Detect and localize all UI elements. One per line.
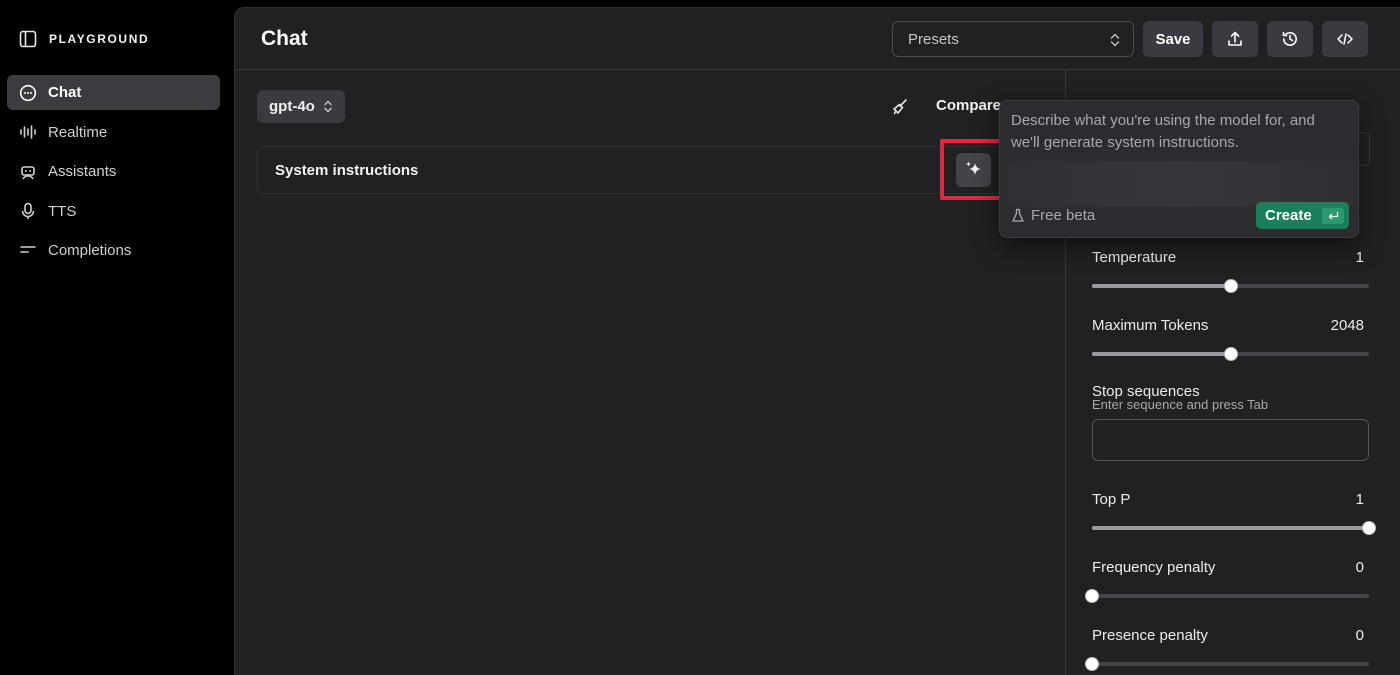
top-p-slider[interactable] [1092,521,1376,535]
max-tokens-label: Maximum Tokens [1092,317,1209,334]
sidebar-item-label: Assistants [48,163,117,180]
flask-icon [1012,208,1024,222]
sidebar-item-label: Chat [48,84,82,101]
sidebar-item-assistants[interactable]: Assistants [7,154,220,189]
model-name: gpt-4o [269,98,315,115]
sidebar-item-completions[interactable]: Completions [7,233,220,268]
presets-select[interactable]: Presets [892,21,1134,57]
max-tokens-slider[interactable] [1092,347,1369,361]
presets-label: Presets [908,30,959,48]
slider-fill [1092,284,1231,288]
slider-thumb[interactable] [1223,279,1238,293]
save-button[interactable]: Save [1143,21,1203,57]
slider-fill [1092,526,1369,530]
create-label: Create [1265,207,1312,224]
sidebar-item-label: Realtime [48,123,108,141]
create-button[interactable]: Create [1256,202,1349,229]
temperature-label: Temperature [1092,249,1177,266]
top-p-row: Top P 1 [1092,491,1364,508]
history-icon [1282,31,1297,46]
temperature-row: Temperature 1 [1092,249,1364,266]
broom-icon[interactable] [890,97,910,117]
stop-sequences-input[interactable] [1092,419,1369,461]
chevron-updown-icon [1110,33,1120,47]
frequency-penalty-slider[interactable] [1085,589,1369,603]
header: Chat Presets Save [235,8,1400,70]
lines-icon [20,245,36,253]
presence-penalty-row: Presence penalty 0 [1092,627,1364,644]
brand[interactable]: PLAYGROUND [19,30,149,48]
temperature-value[interactable]: 1 [1356,249,1364,266]
slider-thumb[interactable] [1085,657,1099,671]
presence-penalty-value[interactable]: 0 [1356,627,1364,644]
presence-penalty-slider[interactable] [1085,657,1369,671]
view-code-button[interactable] [1322,21,1368,57]
waveform-icon [20,125,36,139]
model-select[interactable]: gpt-4o [257,90,345,123]
frequency-penalty-row: Frequency penalty 0 [1092,559,1364,576]
robot-icon [21,165,35,179]
sidebar-nav: Chat Realtime Assistants TTS Completions [7,75,220,273]
slider-thumb[interactable] [1362,521,1376,535]
sidebar-item-chat[interactable]: Chat [7,75,220,110]
system-instructions-box[interactable]: System instructions [257,146,1017,194]
sidebar-item-realtime[interactable]: Realtime [7,115,220,150]
system-instructions-label: System instructions [275,162,419,179]
sidebar-toggle-icon[interactable] [19,30,37,48]
microphone-icon [21,202,35,219]
popover-description: Describe what you're using the model for… [1011,112,1315,151]
sparkle-icon [965,161,981,175]
free-beta-label: Free beta [1011,207,1095,224]
free-beta-text: Free beta [1031,207,1096,224]
chevron-updown-icon [324,100,332,113]
slider-thumb[interactable] [1223,347,1238,361]
enter-key-icon [1321,207,1344,224]
sidebar-item-label: Completions [48,242,132,259]
sidebar-item-label: TTS [48,202,77,220]
slider-fill [1092,352,1231,356]
sidebar-item-tts[interactable]: TTS [7,194,220,229]
upload-icon [1228,31,1242,46]
generate-instructions-popover: Describe what you're using the model for… [999,100,1359,238]
history-button[interactable] [1267,21,1313,57]
stop-sequences-hint: Enter sequence and press Tab [1092,397,1269,412]
temperature-slider[interactable] [1092,279,1369,293]
page-title: Chat [261,27,308,50]
share-button[interactable] [1212,21,1258,57]
generate-instructions-button[interactable] [956,153,991,187]
code-icon [1337,33,1353,45]
popover-input-area[interactable] [1008,161,1353,207]
top-p-label: Top P [1092,491,1131,508]
frequency-penalty-label: Frequency penalty [1092,559,1216,576]
max-tokens-value[interactable]: 2048 [1331,317,1364,334]
chat-bubble-icon [19,84,37,101]
presence-penalty-label: Presence penalty [1092,627,1208,644]
slider-thumb[interactable] [1085,589,1099,603]
compare-button[interactable]: Compare [936,97,1001,114]
brand-text: PLAYGROUND [49,32,150,46]
frequency-penalty-value[interactable]: 0 [1356,559,1364,576]
sidebar: PLAYGROUND Chat Realtime Assistants TTS … [0,0,234,675]
max-tokens-row: Maximum Tokens 2048 [1092,317,1364,334]
top-p-value[interactable]: 1 [1356,491,1364,508]
